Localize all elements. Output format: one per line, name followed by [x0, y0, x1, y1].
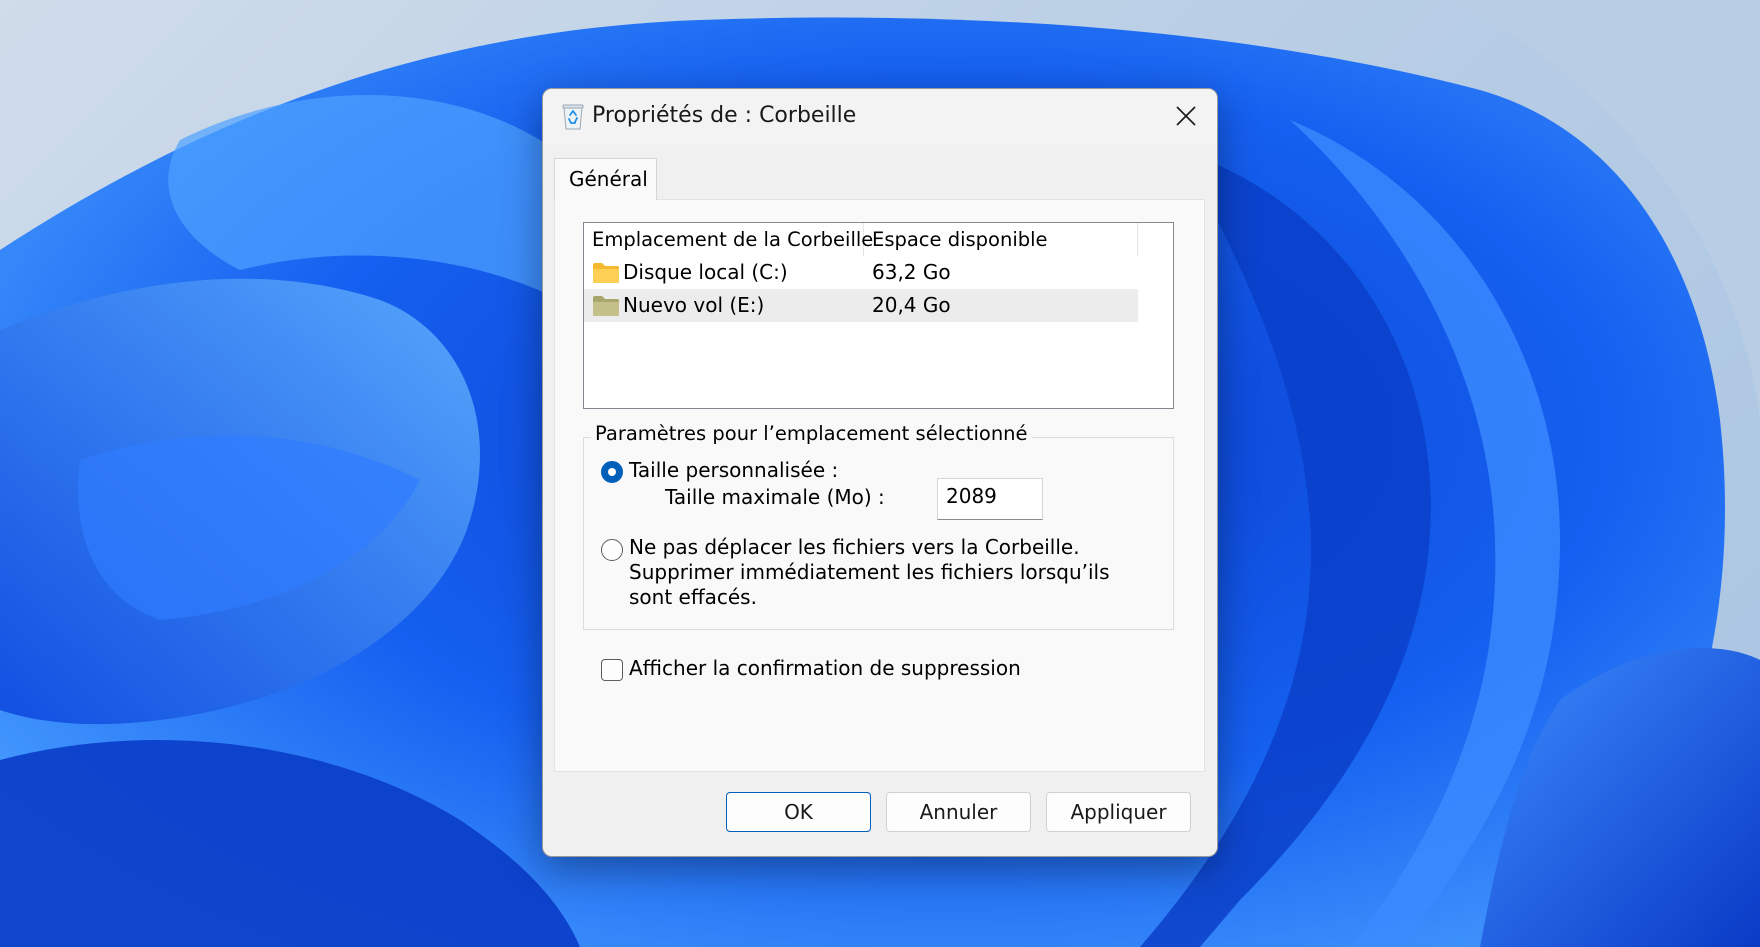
apply-button[interactable]: Appliquer	[1046, 792, 1191, 832]
close-icon	[1176, 106, 1196, 126]
recycle-bin-properties-dialog: Propriétés de : Corbeille Général Emplac…	[542, 88, 1218, 857]
recycle-location-list[interactable]: Emplacement de la Corbeille Espace dispo…	[583, 222, 1174, 409]
location-name: Nuevo vol (E:)	[623, 293, 765, 317]
column-header-location[interactable]: Emplacement de la Corbeille	[584, 223, 873, 256]
ok-button[interactable]: OK	[726, 792, 871, 832]
window-title: Propriétés de : Corbeille	[592, 103, 857, 128]
list-row-drive-c[interactable]: Disque local (C:) 63,2 Go	[584, 256, 1138, 289]
confirm-delete-checkbox[interactable]	[601, 659, 623, 681]
no-recycle-label[interactable]: Ne pas déplacer les fichiers vers la Cor…	[629, 535, 1149, 610]
location-name: Disque local (C:)	[623, 260, 788, 284]
no-recycle-radio[interactable]	[601, 539, 623, 561]
cancel-button[interactable]: Annuler	[886, 792, 1031, 832]
custom-size-radio[interactable]	[601, 461, 623, 483]
settings-group-legend: Paramètres pour l’emplacement sélectionn…	[591, 422, 1032, 445]
title-bar[interactable]: Propriétés de : Corbeille	[543, 89, 1217, 145]
confirm-delete-label[interactable]: Afficher la confirmation de suppression	[629, 656, 1021, 680]
column-header-free-space[interactable]: Espace disponible	[864, 223, 1138, 256]
free-space-value: 20,4 Go	[872, 293, 951, 317]
list-row-drive-e[interactable]: Nuevo vol (E:) 20,4 Go	[584, 289, 1138, 322]
folder-icon	[593, 263, 619, 283]
custom-size-label[interactable]: Taille personnalisée :	[629, 458, 838, 482]
list-header: Emplacement de la Corbeille Espace dispo…	[584, 223, 1138, 256]
folder-icon	[593, 296, 619, 316]
recycle-bin-icon	[562, 104, 584, 130]
close-button[interactable]	[1155, 89, 1217, 145]
max-size-input[interactable]: 2089	[937, 478, 1043, 520]
tab-general[interactable]: Général	[554, 158, 657, 200]
free-space-value: 63,2 Go	[872, 260, 951, 284]
max-size-label: Taille maximale (Mo) :	[665, 485, 885, 509]
